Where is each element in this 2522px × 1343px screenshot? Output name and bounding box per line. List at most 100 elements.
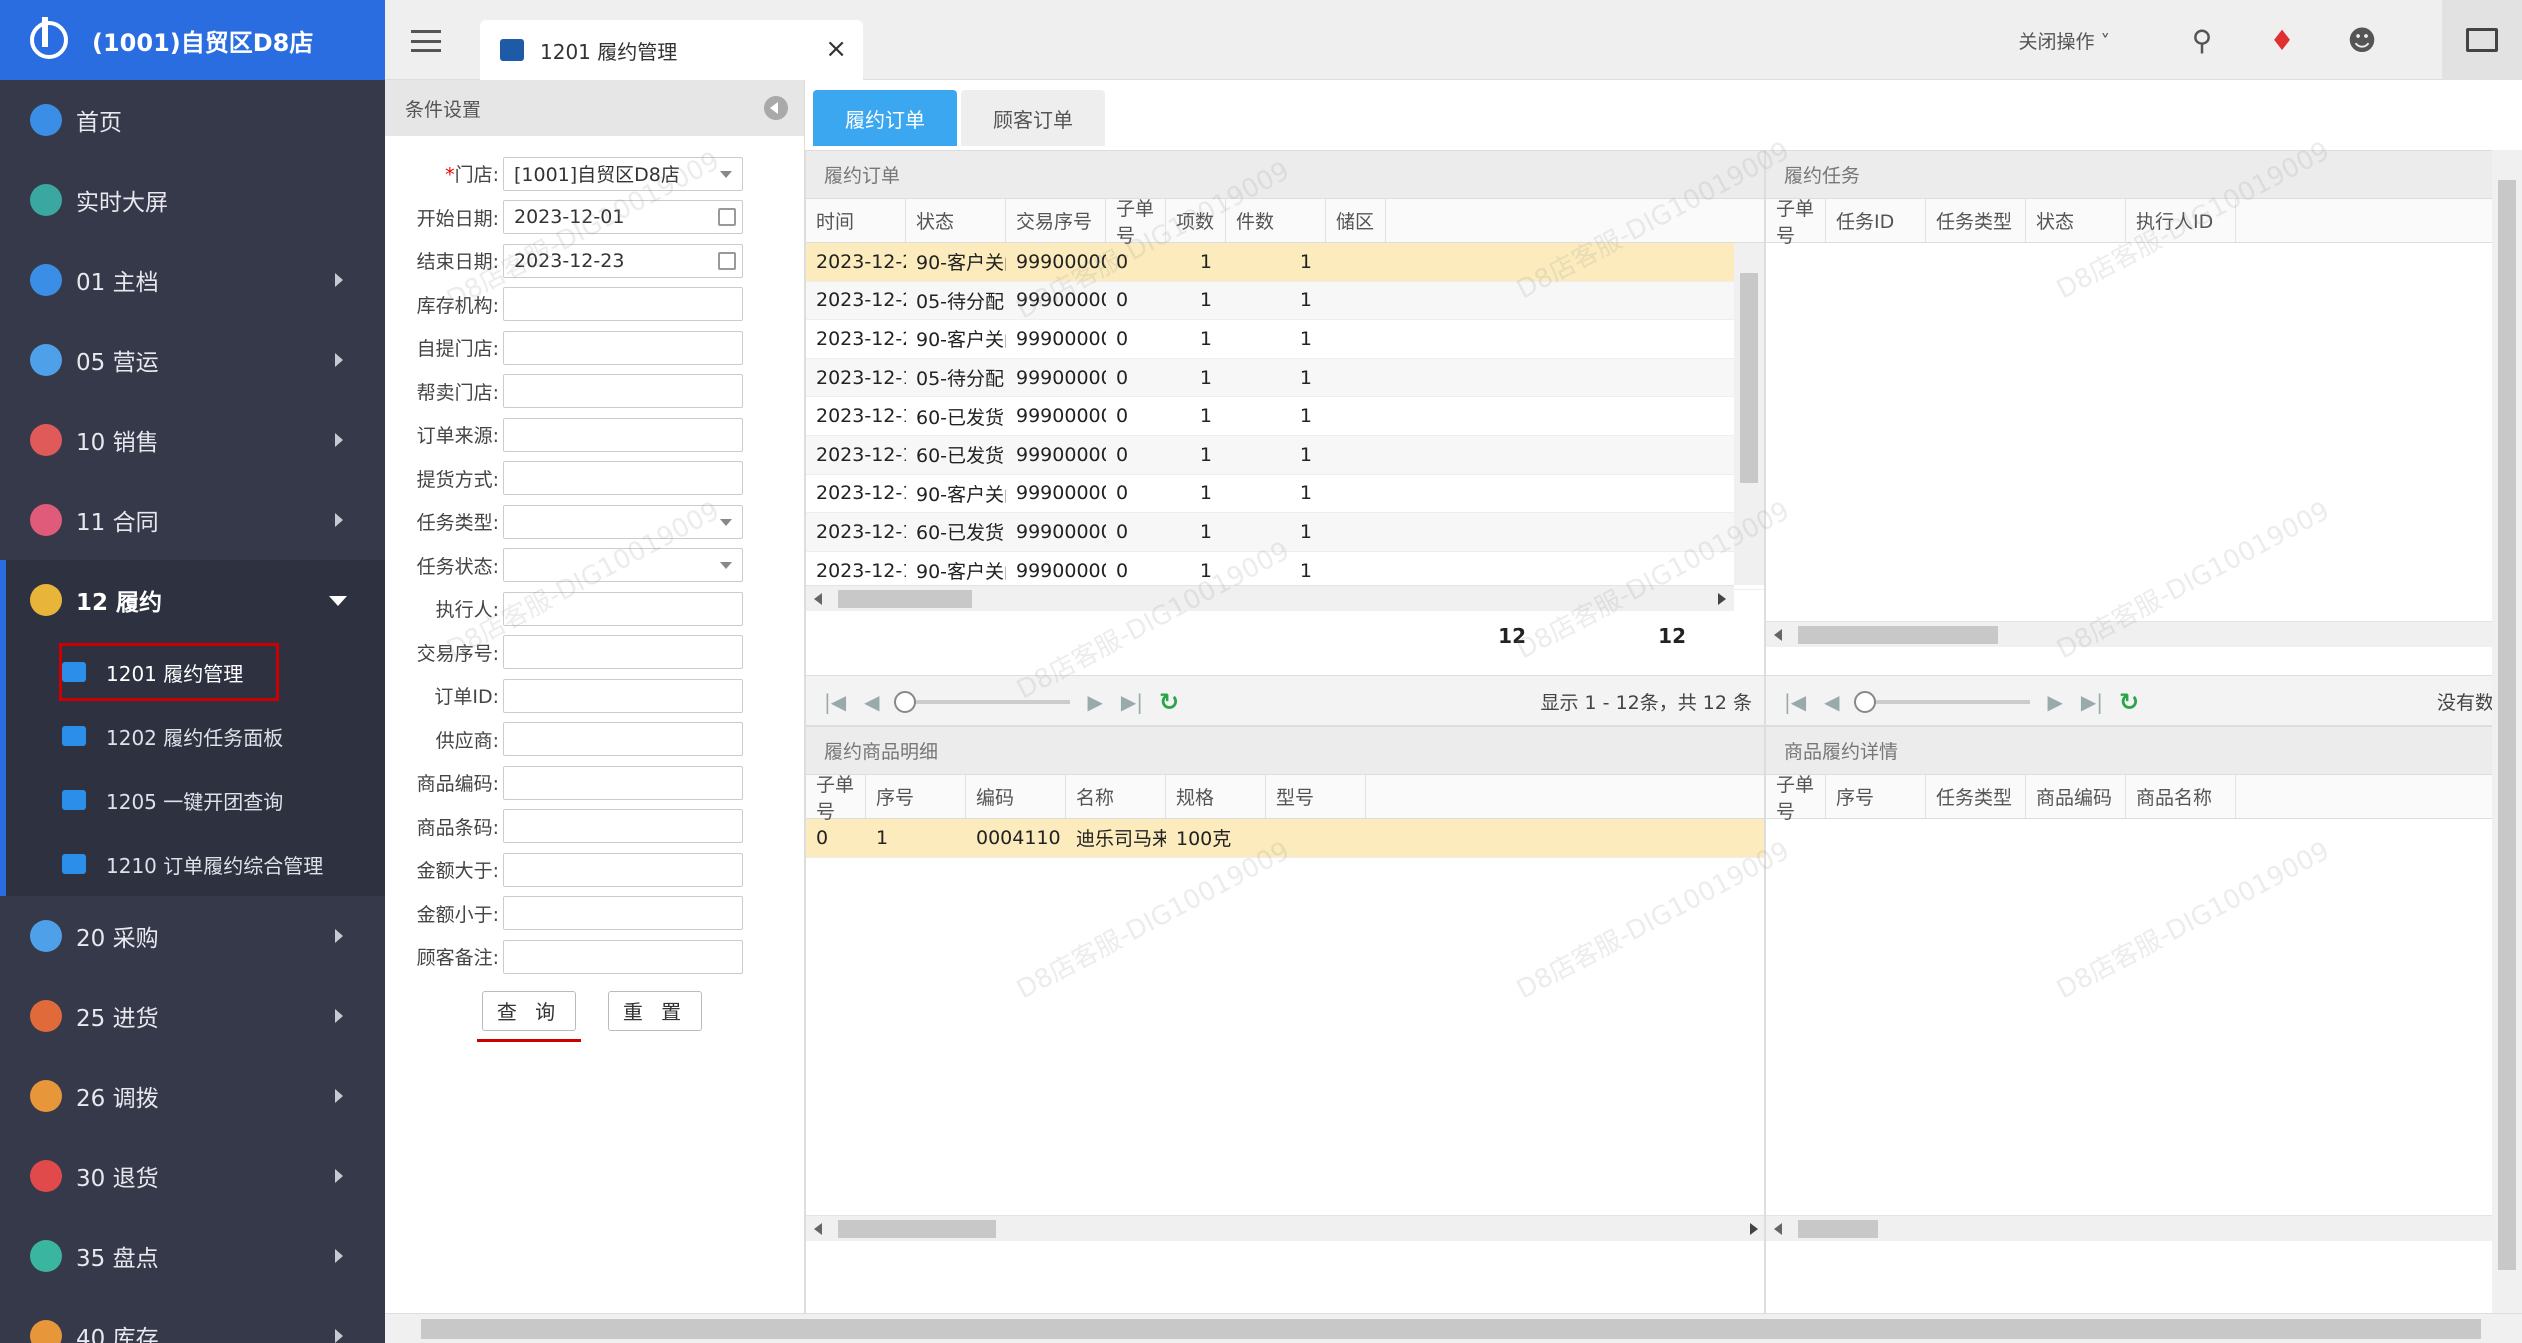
column-header[interactable]: 子单号 xyxy=(1766,198,1826,247)
user-icon[interactable]: ☻ xyxy=(2322,0,2402,80)
close-operations-dropdown[interactable]: 关闭操作 ˅ xyxy=(2018,27,2110,54)
submenu-item[interactable]: 1210 订单履约综合管理 xyxy=(6,832,385,896)
sidebar-item[interactable]: 35 盘点 xyxy=(0,1216,385,1296)
table-row[interactable]: 2023-12-18 60-已发货 99900000762 0 1 1 xyxy=(806,513,1764,552)
sidebar-item[interactable]: 01 主档 xyxy=(0,240,385,320)
last-page-icon[interactable]: ▶| xyxy=(1121,690,1143,714)
table-row[interactable]: 2023-12-22 05-待分配 99900000792 0 1 1 xyxy=(806,281,1764,321)
page-slider[interactable] xyxy=(893,690,1070,713)
next-page-icon[interactable]: ▶ xyxy=(2048,690,2063,714)
sidebar-item[interactable]: 05 营运 xyxy=(0,320,385,400)
field-input[interactable] xyxy=(503,287,743,322)
column-header[interactable]: 时间 xyxy=(806,199,906,242)
column-header[interactable]: 储区 xyxy=(1326,199,1386,242)
submenu-item[interactable]: 1201 履约管理 xyxy=(6,640,385,704)
orders-vscroll[interactable] xyxy=(1734,243,1764,585)
sidebar-item[interactable]: 25 进货 xyxy=(0,976,385,1056)
field-input[interactable] xyxy=(503,330,743,365)
field-input[interactable] xyxy=(503,852,743,887)
column-header[interactable]: 序号 xyxy=(866,775,966,818)
column-header[interactable]: 型号 xyxy=(1266,775,1366,818)
column-header[interactable]: 子单号 xyxy=(1766,774,1826,823)
column-header[interactable]: 子单号 xyxy=(806,774,866,823)
table-row[interactable]: 0 1 0004110 迪乐司马来西... 100克 xyxy=(806,819,1764,858)
table-row[interactable]: 2023-12-19 60-已发货 99900000766 0 1 1 xyxy=(806,435,1764,475)
tab-fulfillment-management[interactable]: 1201 履约管理 × xyxy=(480,20,863,80)
sidebar-item[interactable]: 20 采购 xyxy=(0,896,385,976)
column-header[interactable]: 规格 xyxy=(1166,775,1266,818)
last-page-icon[interactable]: ▶| xyxy=(2081,690,2103,714)
sidebar-item[interactable]: 40 库存 xyxy=(0,1296,385,1343)
calendar-icon[interactable] xyxy=(718,251,736,270)
field-input[interactable]: 2023-12-01 xyxy=(503,200,743,235)
reset-button[interactable]: 重 置 xyxy=(608,990,702,1031)
field-input[interactable] xyxy=(503,374,743,409)
details-hscroll[interactable] xyxy=(806,1215,1764,1241)
table-row[interactable]: 2023-12-19 60-已发货 99900000767 0 1 1 xyxy=(806,397,1764,436)
page-slider[interactable] xyxy=(1853,690,2030,713)
table-row[interactable]: 2023-12-22 90-客户关闭 99900000794 0 1 1 xyxy=(806,243,1764,282)
orders-hscroll[interactable] xyxy=(806,585,1734,611)
prev-page-icon[interactable]: ◀ xyxy=(864,690,879,714)
column-header[interactable]: 任务类型 xyxy=(1926,775,2026,818)
field-input[interactable]: 2023-12-23 xyxy=(503,243,743,278)
column-header[interactable]: 状态 xyxy=(906,199,1006,242)
field-input[interactable] xyxy=(503,461,743,496)
column-header[interactable]: 子单号 xyxy=(1106,198,1166,247)
column-header[interactable]: 任务ID xyxy=(1826,199,1926,242)
column-header[interactable]: 项数 xyxy=(1166,199,1226,242)
sidebar-item[interactable]: 实时大屏 xyxy=(0,160,385,240)
chevron-down-icon[interactable] xyxy=(720,562,732,570)
field-input[interactable] xyxy=(503,591,743,626)
field-input[interactable] xyxy=(503,939,743,974)
main-vscroll[interactable] xyxy=(2492,150,2522,1313)
tab-customer-orders[interactable]: 顾客订单 xyxy=(961,90,1105,146)
submenu-item[interactable]: 1205 一键开团查询 xyxy=(6,768,385,832)
column-header[interactable]: 商品编码 xyxy=(2026,775,2126,818)
notification-bell-icon[interactable]: ♦ xyxy=(2242,0,2322,80)
sidebar-item-fulfillment[interactable]: 12 履约 xyxy=(0,560,385,640)
search-icon[interactable]: ⚲ xyxy=(2162,0,2242,80)
collapse-panel-icon[interactable] xyxy=(764,96,788,120)
fulfill-hscroll[interactable] xyxy=(1766,1215,2506,1241)
prev-page-icon[interactable]: ◀ xyxy=(1824,690,1839,714)
sidebar-item[interactable]: 26 调拨 xyxy=(0,1056,385,1136)
page-hscroll[interactable] xyxy=(385,1313,2522,1343)
submenu-item[interactable]: 1202 履约任务面板 xyxy=(6,704,385,768)
field-input[interactable] xyxy=(503,722,743,757)
table-row[interactable]: 2023-12-19 90-客户关闭 99900000764 0 1 1 xyxy=(806,475,1764,514)
sidebar-item[interactable]: 首页 xyxy=(0,80,385,160)
column-header[interactable]: 交易序号 xyxy=(1006,199,1106,242)
column-header[interactable]: 名称 xyxy=(1066,775,1166,818)
tab-fulfillment-orders[interactable]: 履约订单 xyxy=(813,90,963,156)
column-header[interactable]: 执行人ID xyxy=(2126,199,2236,242)
column-header[interactable]: 商品名称 xyxy=(2126,775,2236,818)
query-button[interactable]: 查 询 xyxy=(477,990,581,1042)
tasks-hscroll[interactable] xyxy=(1766,621,2506,647)
field-input[interactable] xyxy=(503,765,743,800)
next-page-icon[interactable]: ▶ xyxy=(1088,690,1103,714)
column-header[interactable]: 任务类型 xyxy=(1926,199,2026,242)
column-header[interactable]: 编码 xyxy=(966,775,1066,818)
field-input[interactable] xyxy=(503,678,743,713)
hamburger-menu-icon[interactable] xyxy=(411,30,441,52)
calendar-icon[interactable] xyxy=(718,208,736,227)
sidebar-item[interactable]: 10 销售 xyxy=(0,400,385,480)
refresh-icon[interactable]: ↻ xyxy=(2119,688,2139,716)
sidebar-item[interactable]: 30 退货 xyxy=(0,1136,385,1216)
field-input[interactable] xyxy=(503,896,743,931)
first-page-icon[interactable]: |◀ xyxy=(1784,690,1806,714)
field-input[interactable]: [1001]自贸区D8店 xyxy=(503,156,743,191)
column-header[interactable]: 序号 xyxy=(1826,775,1926,818)
sidebar-item[interactable]: 11 合同 xyxy=(0,480,385,560)
table-row[interactable]: 2023-12-22 90-客户关闭 99900000785 0 1 1 xyxy=(806,320,1764,359)
field-input[interactable] xyxy=(503,504,743,539)
close-tab-icon[interactable]: × xyxy=(825,34,847,64)
field-input[interactable] xyxy=(503,417,743,452)
field-input[interactable] xyxy=(503,548,743,583)
refresh-icon[interactable]: ↻ xyxy=(1159,688,1179,716)
table-row[interactable]: 2023-12-19 05-待分配 99900000773 0 1 1 xyxy=(806,358,1764,398)
chevron-down-icon[interactable] xyxy=(720,518,732,526)
chevron-down-icon[interactable] xyxy=(720,170,732,178)
first-page-icon[interactable]: |◀ xyxy=(824,690,846,714)
